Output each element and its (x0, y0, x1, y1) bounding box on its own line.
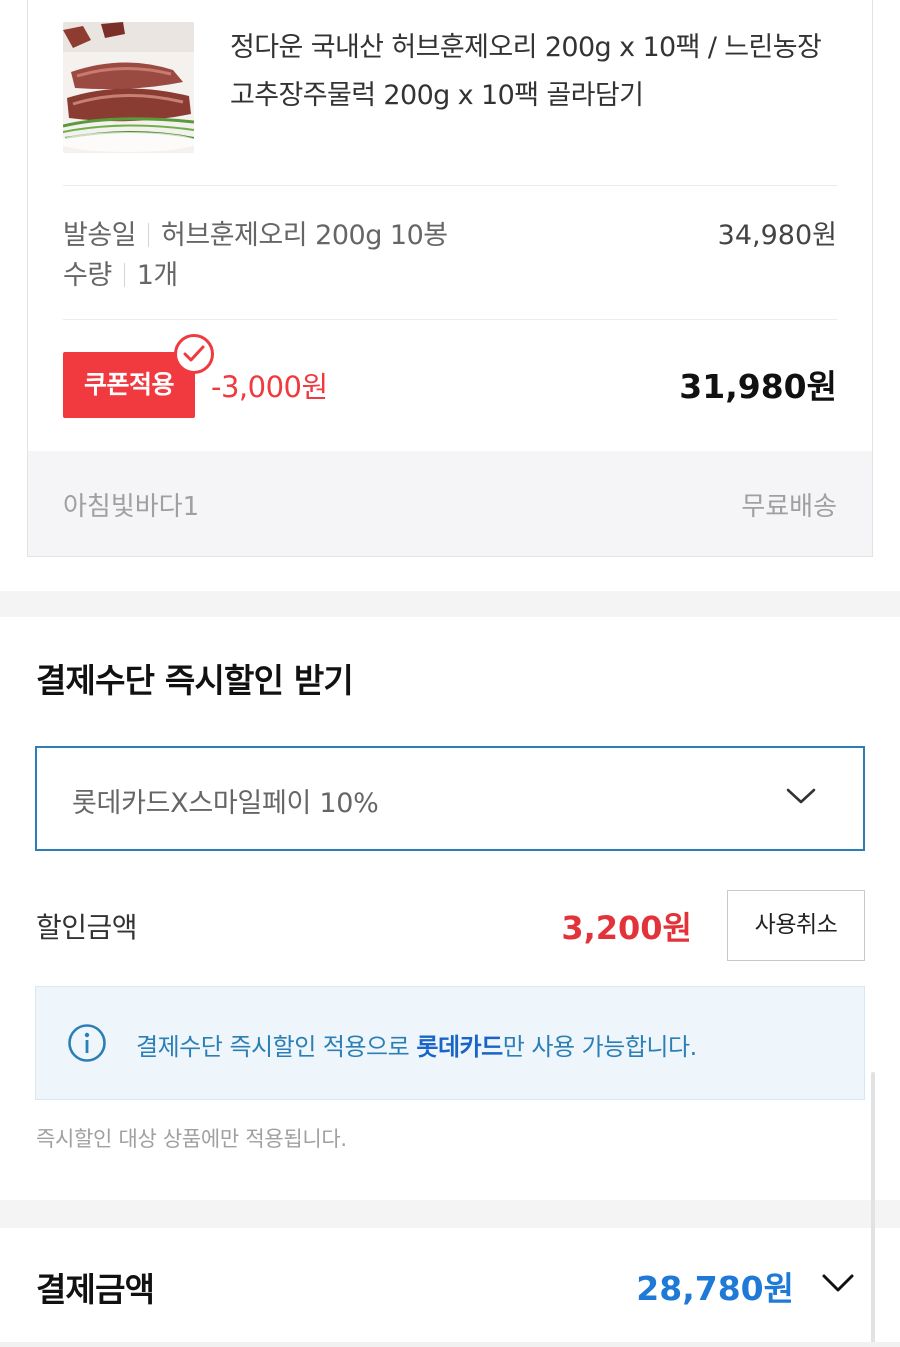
total-amount: 28,780원 (636, 1269, 794, 1308)
seller-name: 아침빛바다1 (63, 492, 200, 522)
product-thumbnail[interactable] (63, 22, 194, 153)
option-price: 34,980원 (717, 220, 837, 251)
product-card: 정다운 국내산 허브훈제오리 200g x 10팩 / 느린농장 고추장주물럭 … (27, 0, 873, 557)
discount-amount-value: 3,200원 (561, 909, 692, 947)
ship-date-label: 발송일 (63, 220, 137, 251)
product-title[interactable]: 정다운 국내산 허브훈제오리 200g x 10팩 / 느린농장 고추장주물럭 … (230, 24, 850, 120)
cancel-discount-button[interactable]: 사용취소 (727, 890, 865, 961)
option-name: 허브훈제오리 200g 10봉 (161, 220, 448, 251)
notice-prefix: 결제수단 즉시할인 적용으로 (136, 1033, 417, 1061)
quantity-row: 수량 1개 (63, 253, 178, 292)
product-title-line1: 정다운 국내산 허브훈제오리 200g x 10팩 / 느린농장 (230, 32, 822, 63)
total-label: 결제금액 (36, 1270, 155, 1309)
divider (63, 319, 837, 320)
section-gap (0, 1200, 900, 1228)
chevron-down-icon[interactable] (820, 1271, 856, 1295)
divider (63, 185, 837, 186)
notice-box: 결제수단 즉시할인 적용으로 롯데카드만 사용 가능합니다. (35, 986, 865, 1100)
payment-method-select[interactable]: 롯데카드X스마일페이 10% (35, 746, 865, 851)
smoked-duck-photo-icon (63, 22, 194, 153)
coupon-discount-amount: -3,000원 (211, 370, 328, 404)
footnote: 즉시할인 대상 상품에만 적용됩니다. (36, 1127, 347, 1151)
discount-amount-label: 할인금액 (36, 911, 138, 944)
option-row: 발송일 허브훈제오리 200g 10봉 (63, 213, 448, 252)
selected-payment-option: 롯데카드X스마일페이 10% (72, 788, 379, 819)
separator (148, 223, 150, 247)
product-title-line2: 고추장주물럭 200g x 10팩 골라담기 (230, 80, 644, 111)
scrollbar[interactable] (871, 1072, 875, 1347)
info-icon (68, 1024, 106, 1062)
section-title: 결제수단 즉시할인 받기 (36, 661, 354, 700)
separator (123, 263, 125, 287)
chevron-down-icon (786, 788, 816, 804)
notice-suffix: 만 사용 가능합니다. (502, 1033, 698, 1061)
item-final-price: 31,980원 (679, 367, 837, 406)
shipping-fee: 무료배송 (741, 492, 837, 522)
notice-card-name: 롯데카드 (416, 1033, 503, 1061)
bottom-divider (0, 1342, 900, 1347)
section-gap (0, 591, 900, 617)
check-circle-icon (174, 334, 214, 374)
quantity-value: 1개 (136, 260, 179, 291)
quantity-label: 수량 (63, 260, 112, 291)
notice-text: 결제수단 즉시할인 적용으로 롯데카드만 사용 가능합니다. (136, 1027, 697, 1062)
